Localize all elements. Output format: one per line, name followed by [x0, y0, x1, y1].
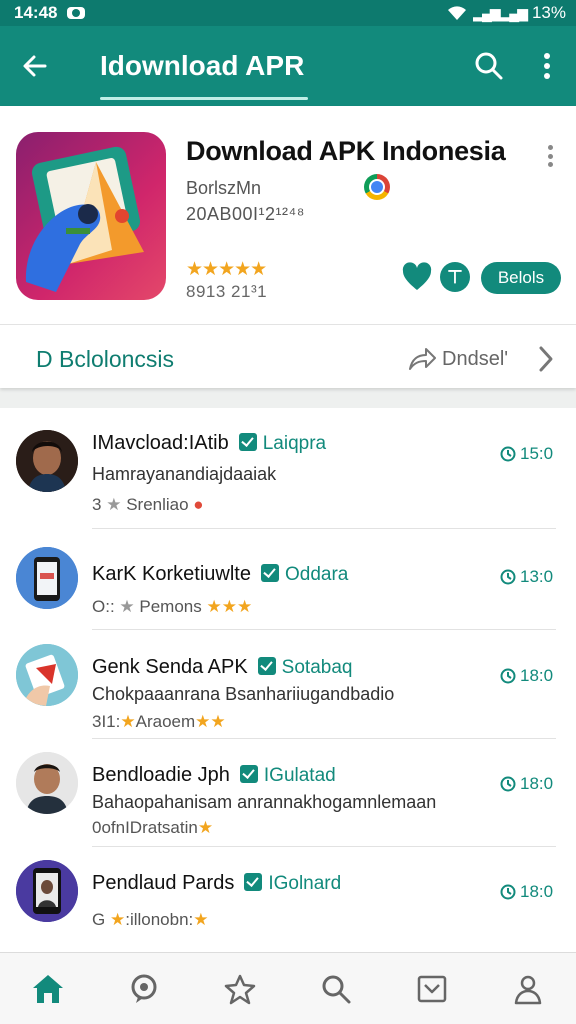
verified-icon: [238, 433, 257, 451]
verified-icon: [239, 765, 258, 783]
list-item[interactable]: Bendloadie Jph IGulatad Bahaopahanisam an…: [0, 738, 576, 847]
status-time: 14:48: [14, 3, 58, 22]
app-bar: Idownload APR: [0, 26, 576, 106]
item-meta: 3 ★ Srenliao ●: [92, 495, 204, 514]
clock-icon: [500, 446, 516, 462]
nav-search[interactable]: [306, 959, 366, 1019]
install-button[interactable]: Belols: [481, 262, 561, 294]
heart-icon: [402, 262, 432, 290]
search-icon: [475, 52, 503, 80]
section-chevron[interactable]: [536, 342, 556, 376]
download-list: IMavcload:IAtib Laiqpra Hamrayanandiajdaa…: [0, 408, 576, 956]
avatar: [16, 860, 78, 922]
nav-home[interactable]: [18, 959, 78, 1019]
back-icon: [23, 55, 47, 77]
avatar: [16, 644, 78, 706]
item-time: 15:0: [500, 444, 553, 464]
profile-icon: [514, 975, 542, 1004]
clock-icon: [500, 668, 516, 684]
inbox-icon: [417, 975, 447, 1002]
avatar: [16, 547, 78, 609]
status-bar: 14:48 ▂▄▆ ▂▄▆ 13%: [0, 0, 576, 26]
app-build: 20AB00I¹2¹²⁴⁸: [186, 204, 305, 224]
status-battery: 13%: [531, 3, 566, 22]
tab-indicator: [100, 97, 308, 100]
list-item[interactable]: Genk Senda APK Sotabaq Chokpaaanrana Bsan…: [0, 630, 576, 739]
list-item[interactable]: KarK Korketiuwlte Oddara O:: ★ Pemons ★★★…: [0, 529, 576, 636]
search-button[interactable]: [460, 26, 518, 106]
item-description: Hamrayanandiajdaaiak: [92, 464, 277, 484]
bottom-navigation: [0, 952, 576, 1024]
nav-favorites[interactable]: [210, 959, 270, 1019]
item-title: Pendlaud Pards IGolnard: [92, 872, 342, 894]
chevron-right-icon: [539, 346, 553, 372]
back-button[interactable]: [0, 26, 70, 106]
section-link-label: Dndsel': [442, 347, 509, 370]
item-title: KarK Korketiuwlte Oddara: [92, 563, 349, 585]
wifi-icon: [448, 6, 467, 20]
chat-icon: [131, 974, 157, 1003]
more-vert-icon: [544, 53, 550, 79]
nav-profile[interactable]: [498, 959, 558, 1019]
section-link[interactable]: Dndsel': [408, 342, 508, 376]
item-meta: 0ofnIDratsatin★: [92, 818, 214, 837]
favorite-button[interactable]: [402, 262, 432, 292]
list-item[interactable]: IMavcload:IAtib Laiqpra Hamrayanandiajdaa…: [0, 422, 576, 529]
clock-icon: [500, 569, 516, 585]
developer-name[interactable]: BorlszMn: [186, 178, 261, 199]
item-time: 18:0: [500, 774, 553, 794]
app-bar-title: Idownload APR: [100, 50, 305, 81]
item-meta: G ★:illonobn:★: [92, 910, 209, 929]
item-time: 18:0: [500, 882, 553, 902]
divider: [0, 324, 576, 325]
verified-icon: [244, 873, 263, 891]
section-title[interactable]: D Bcloloncsis: [36, 346, 174, 373]
item-title: IMavcload:IAtib Laiqpra: [92, 432, 327, 454]
app-detail-card: Download APK Indonesia BorlszMn 20AB00I¹…: [0, 106, 576, 388]
chrome-icon: [364, 174, 390, 200]
app-name: Download APK Indonesia: [186, 136, 506, 166]
overflow-menu-button[interactable]: [518, 26, 576, 106]
verified-icon: [260, 564, 279, 582]
list-item[interactable]: Pendlaud Pards IGolnard G ★:illonobn:★ 18…: [0, 846, 576, 953]
share-icon: ⊤: [447, 266, 463, 287]
item-time: 18:0: [500, 666, 553, 686]
star-icon: [224, 974, 256, 1004]
share-button[interactable]: ⊤: [440, 262, 470, 292]
app-menu-button[interactable]: [538, 142, 562, 170]
search-nav-icon: [322, 975, 351, 1003]
home-icon: [33, 974, 63, 1003]
item-title: Genk Senda APK Sotabaq: [92, 656, 353, 678]
avatar: [16, 752, 78, 814]
app-icon[interactable]: [16, 132, 166, 300]
item-meta: 3I1:★Araoem★★: [92, 712, 226, 731]
nav-chat[interactable]: [114, 959, 174, 1019]
emoji-icon: ●: [193, 495, 204, 514]
app-bar-title-tab[interactable]: Idownload APR: [100, 26, 308, 106]
camera-icon: [67, 7, 86, 19]
item-title: Bendloadie Jph IGulatad: [92, 764, 336, 786]
signal-icon: ▂▄▆ ▂▄▆: [473, 4, 528, 21]
item-description: Chokpaaanrana Bsanhariiugandbadio: [92, 684, 395, 704]
clock-icon: [500, 776, 516, 792]
clock-icon: [500, 884, 516, 900]
avatar: [16, 430, 78, 492]
verified-icon: [257, 657, 276, 675]
nav-inbox[interactable]: [402, 959, 462, 1019]
send-icon: [409, 348, 436, 370]
item-meta: O:: ★ Pemons ★★★: [92, 597, 253, 616]
item-time: 13:0: [500, 567, 553, 587]
rating-count: 8913 21³1: [186, 282, 268, 301]
item-description: Bahaopahanisam anrannakhogamnlemaan: [92, 792, 437, 812]
rating-stars: ★★★★★: [186, 259, 267, 280]
